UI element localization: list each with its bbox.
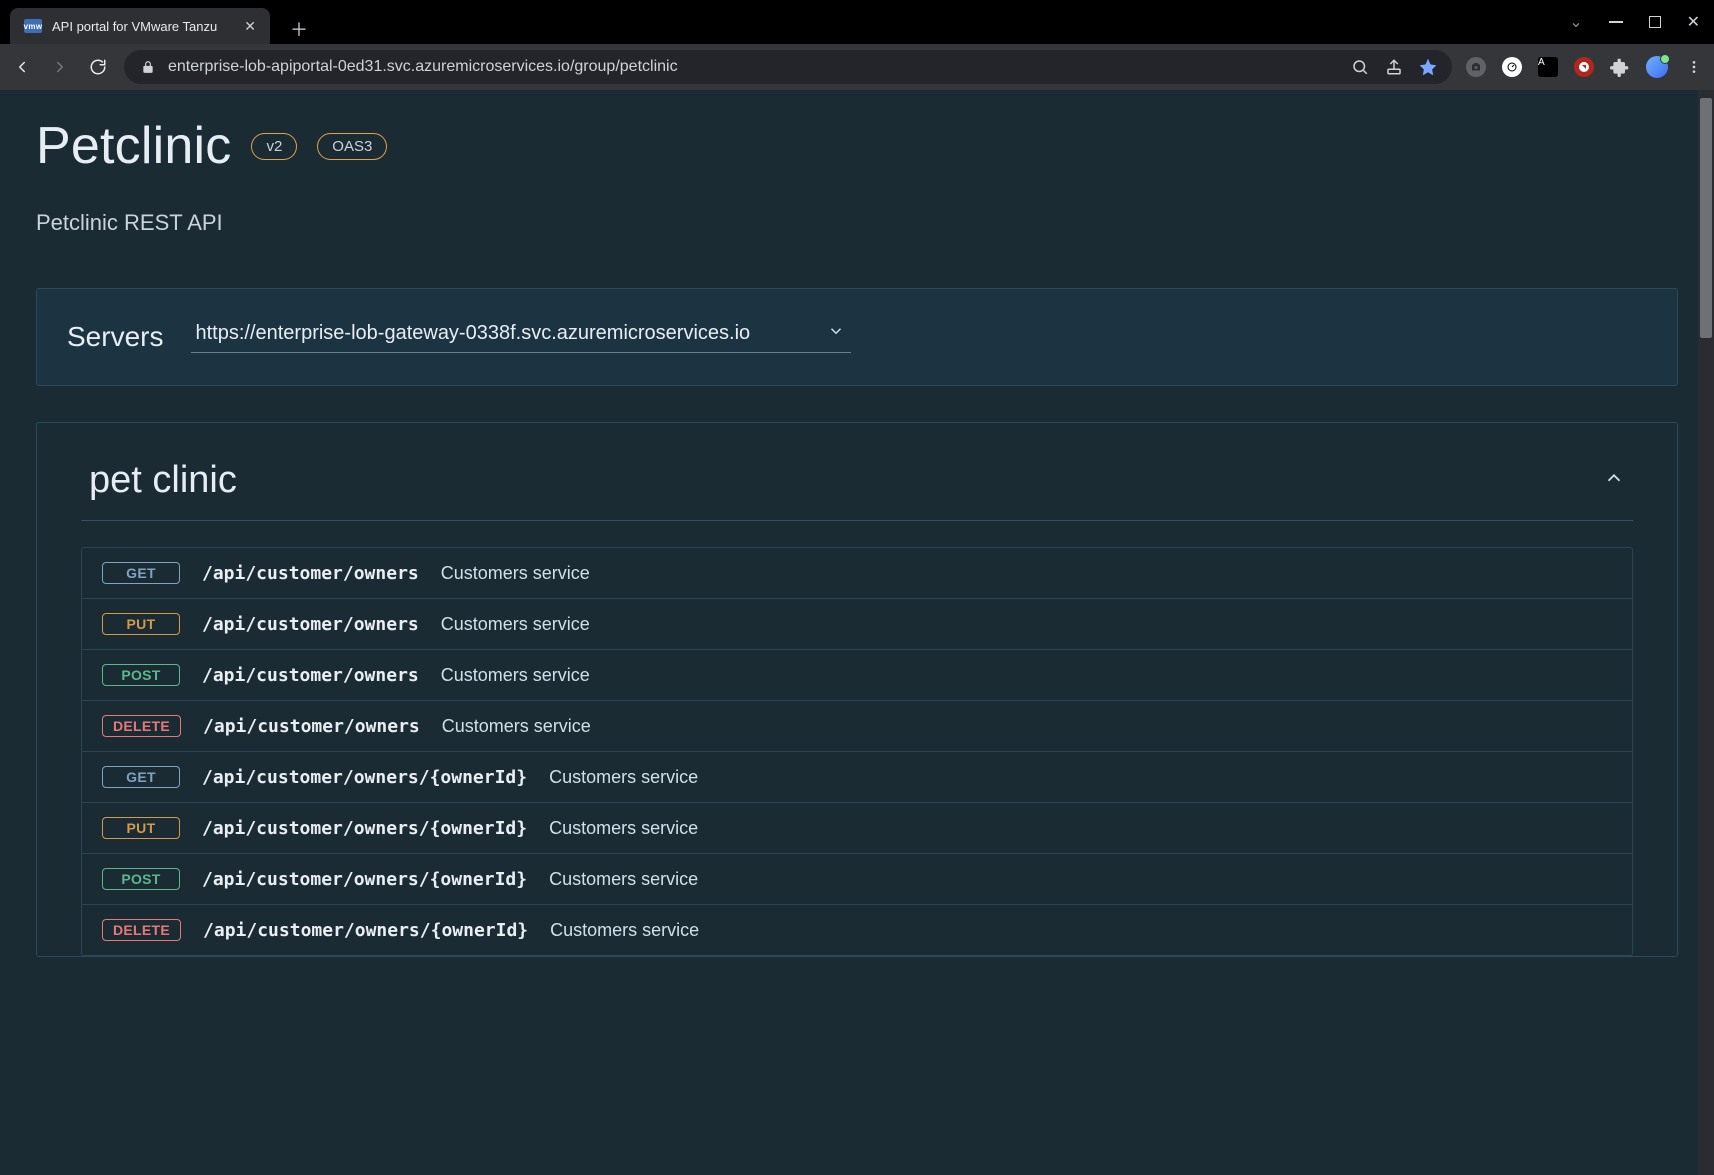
section-title: pet clinic — [89, 459, 237, 502]
lock-icon — [138, 57, 158, 77]
endpoint-path: /api/customer/owners/{ownerId} — [203, 920, 528, 941]
address-bar[interactable]: enterprise-lob-apiportal-0ed31.svc.azure… — [124, 50, 1452, 84]
page-subtitle: Petclinic REST API — [36, 210, 1678, 236]
extension-red-icon[interactable] — [1574, 57, 1594, 77]
endpoint-description: Customers service — [441, 563, 590, 584]
close-window-button[interactable]: ✕ — [1687, 12, 1700, 32]
endpoint-description: Customers service — [550, 920, 699, 941]
http-verb-badge: POST — [102, 868, 180, 890]
extensions-menu-icon[interactable] — [1610, 57, 1630, 77]
servers-card: Servers https://enterprise-lob-gateway-0… — [36, 288, 1678, 386]
page-viewport: Petclinic v2 OAS3 Petclinic REST API Ser… — [0, 90, 1714, 1175]
server-selected-value: https://enterprise-lob-gateway-0338f.svc… — [195, 322, 750, 345]
new-tab-button[interactable]: ＋ — [284, 14, 314, 44]
tab-favicon: vmw — [24, 19, 42, 33]
http-verb-badge: GET — [102, 766, 180, 788]
search-page-icon[interactable] — [1350, 57, 1370, 77]
tabs-dropdown-icon[interactable]: ⌄ — [1569, 12, 1582, 32]
http-verb-badge: DELETE — [102, 715, 181, 737]
endpoint-path: /api/customer/owners — [203, 716, 420, 737]
http-verb-badge: GET — [102, 562, 180, 584]
section-header[interactable]: pet clinic — [81, 449, 1633, 521]
tab-title: API portal for VMware Tanzu — [52, 19, 217, 34]
endpoint-description: Customers service — [441, 614, 590, 635]
endpoint-description: Customers service — [549, 767, 698, 788]
endpoint-path: /api/customer/owners/{ownerId} — [202, 767, 527, 788]
servers-label: Servers — [67, 321, 163, 353]
chevron-up-icon — [1603, 467, 1625, 494]
browser-tab[interactable]: vmw API portal for VMware Tanzu ✕ — [10, 8, 270, 44]
reload-button[interactable] — [86, 55, 110, 79]
endpoint-row[interactable]: GET/api/customer/owners/{ownerId} Custome… — [82, 752, 1632, 803]
minimize-button[interactable] — [1609, 21, 1623, 23]
endpoint-row[interactable]: GET/api/customer/owners Customers service — [82, 548, 1632, 599]
forward-button[interactable] — [48, 55, 72, 79]
api-section-card: pet clinic GET/api/customer/owners Custom… — [36, 422, 1678, 957]
endpoint-row[interactable]: POST/api/customer/owners/{ownerId} Custom… — [82, 854, 1632, 905]
chevron-down-icon — [827, 322, 845, 346]
endpoint-row[interactable]: DELETE/api/customer/owners Customers serv… — [82, 701, 1632, 752]
maximize-button[interactable] — [1649, 16, 1661, 28]
endpoint-description: Customers service — [549, 818, 698, 839]
extensions-row: A — [1466, 56, 1704, 78]
endpoint-row[interactable]: PUT/api/customer/owners/{ownerId} Custome… — [82, 803, 1632, 854]
http-verb-badge: PUT — [102, 817, 180, 839]
endpoint-description: Customers service — [442, 716, 591, 737]
share-icon[interactable] — [1384, 57, 1404, 77]
profile-avatar[interactable] — [1646, 56, 1668, 78]
endpoint-path: /api/customer/owners/{ownerId} — [202, 869, 527, 890]
oas-badge: OAS3 — [317, 133, 387, 160]
http-verb-badge: DELETE — [102, 919, 181, 941]
window-titlebar: vmw API portal for VMware Tanzu ✕ ＋ ⌄ ✕ — [0, 0, 1714, 44]
http-verb-badge: PUT — [102, 613, 180, 635]
endpoint-path: /api/customer/owners — [202, 665, 419, 686]
scrollbar-track[interactable] — [1698, 90, 1714, 1175]
url-text: enterprise-lob-apiportal-0ed31.svc.azure… — [168, 58, 678, 76]
version-badge: v2 — [251, 133, 297, 160]
endpoint-row[interactable]: POST/api/customer/owners Customers servic… — [82, 650, 1632, 701]
extension-gauge-icon[interactable] — [1502, 57, 1522, 77]
browser-menu-icon[interactable] — [1684, 57, 1704, 77]
endpoint-path: /api/customer/owners/{ownerId} — [202, 818, 527, 839]
endpoint-path: /api/customer/owners — [202, 563, 419, 584]
endpoint-description: Customers service — [441, 665, 590, 686]
http-verb-badge: POST — [102, 664, 180, 686]
back-button[interactable] — [10, 55, 34, 79]
endpoints-list: GET/api/customer/owners Customers service… — [81, 547, 1633, 956]
close-tab-icon[interactable]: ✕ — [244, 18, 256, 35]
endpoint-row[interactable]: DELETE/api/customer/owners/{ownerId} Cust… — [82, 905, 1632, 956]
endpoint-row[interactable]: PUT/api/customer/owners Customers service — [82, 599, 1632, 650]
endpoint-description: Customers service — [549, 869, 698, 890]
bookmark-star-icon[interactable] — [1418, 57, 1438, 77]
scrollbar-thumb[interactable] — [1700, 98, 1712, 338]
browser-toolbar: enterprise-lob-apiportal-0ed31.svc.azure… — [0, 44, 1714, 90]
page-title: Petclinic — [36, 116, 231, 176]
extension-doc-icon[interactable]: A — [1538, 57, 1558, 77]
extension-camera-icon[interactable] — [1466, 57, 1486, 77]
server-select[interactable]: https://enterprise-lob-gateway-0338f.svc… — [191, 322, 851, 353]
endpoint-path: /api/customer/owners — [202, 614, 419, 635]
